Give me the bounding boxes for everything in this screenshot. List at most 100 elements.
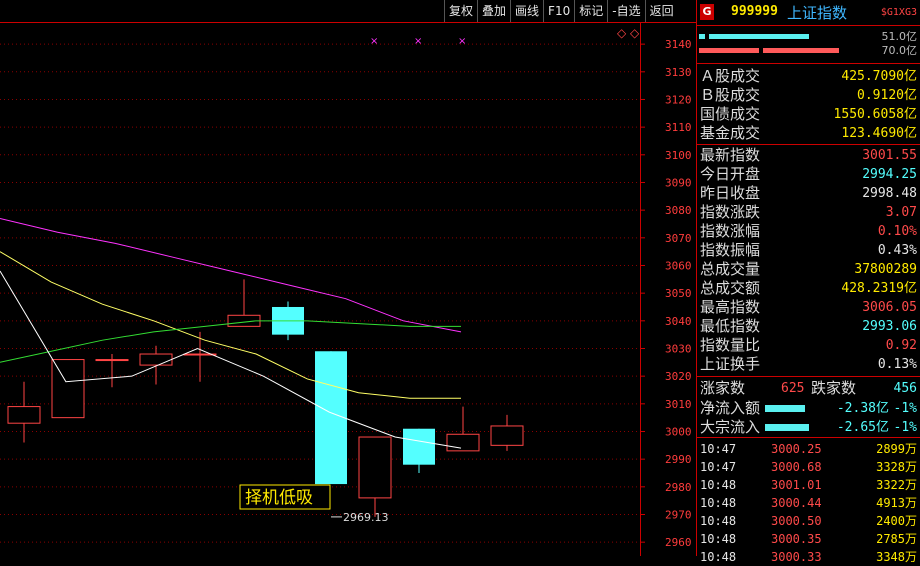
tick-time: 10:48 [700, 550, 737, 564]
stat-label: 指数涨跌 [700, 203, 761, 221]
stat-value: 1550.6058亿 [833, 107, 917, 122]
tick-time: 10:48 [700, 496, 737, 510]
up-count-label: 涨家数 [700, 379, 746, 397]
stat-label: 国债成交 [700, 105, 761, 123]
stat-label: Ａ股成交 [700, 67, 761, 85]
toolbar-button-5[interactable]: -自选 [607, 0, 644, 22]
y-tick-label: 3080 [665, 204, 692, 217]
y-tick-label: 3060 [665, 259, 692, 272]
stat-value: 123.4690亿 [841, 126, 917, 141]
stat-label: 上证换手 [700, 355, 761, 373]
signal-marker-icon: × [458, 36, 466, 47]
stat-value: 3001.55 [862, 148, 917, 163]
tick-price: 3000.33 [771, 550, 822, 564]
chevron-icon: ◇ [630, 26, 640, 40]
toolbar-button-0[interactable]: 复权 [444, 0, 477, 22]
stat-label: 指数振幅 [700, 241, 761, 259]
toolbar-button-6[interactable]: 返回 [644, 0, 678, 22]
toolbar-button-2[interactable]: 画线 [510, 0, 543, 22]
index-stat-row: 指数涨跌 3.07 [697, 203, 920, 222]
stat-value: 0.13% [877, 357, 917, 372]
stat-value: 425.7090亿 [841, 69, 917, 84]
diamond-icon[interactable]: ◇ [617, 26, 627, 40]
y-tick-label: 2990 [665, 453, 692, 466]
index-stat-row: 最低指数 2993.06 [697, 317, 920, 336]
flow-label: 大宗流入 [700, 418, 761, 436]
stat-value: 0.92 [885, 338, 917, 353]
divider [697, 376, 920, 377]
stat-value: 3006.05 [862, 300, 917, 315]
toolbar-button-3[interactable]: F10 [543, 0, 574, 22]
turnover-row: 基金成交 123.4690亿 [697, 124, 920, 143]
stat-label: 基金成交 [700, 124, 761, 142]
y-tick-label: 3040 [665, 315, 692, 328]
flow-row: 大宗流入 -2.65亿 -1% [697, 418, 920, 437]
tick-row: 10:48 3001.01 3322万 [697, 476, 920, 494]
volume-bar-0-0 [699, 34, 705, 39]
turnover-row: Ａ股成交 425.7090亿 [697, 67, 920, 86]
signal-text: 择机低吸 [245, 488, 313, 508]
stat-value: 2994.25 [862, 167, 917, 182]
index-stat-row: 总成交额 428.2319亿 [697, 279, 920, 298]
toolbar-button-4[interactable]: 标记 [574, 0, 607, 22]
stat-value: 2993.06 [862, 319, 917, 334]
y-tick-label: 2970 [665, 508, 692, 521]
toolbar-button-1[interactable]: 叠加 [477, 0, 510, 22]
stat-label: 昨日收盘 [700, 184, 761, 202]
y-tick-label: 3130 [665, 66, 692, 79]
index-name[interactable]: 上证指数 [787, 2, 847, 23]
tick-time: 10:48 [700, 532, 737, 546]
index-stat-row: 指数量比 0.92 [697, 336, 920, 355]
stat-value: 3.07 [885, 205, 917, 220]
tick-price: 3000.50 [771, 514, 822, 528]
tick-volume: 3322万 [876, 478, 917, 492]
tick-time: 10:47 [700, 442, 737, 456]
tick-row: 10:47 3000.25 2899万 [697, 440, 920, 458]
flow-pct: -1% [893, 420, 917, 435]
index-stat-row: 指数振幅 0.43% [697, 241, 920, 260]
y-tick-label: 3120 [665, 93, 692, 106]
tick-row: 10:47 3000.68 3328万 [697, 458, 920, 476]
stat-label: 最低指数 [700, 317, 761, 335]
y-tick-label: 3050 [665, 287, 692, 300]
stat-label: Ｂ股成交 [700, 86, 761, 104]
tick-price: 3000.44 [771, 496, 822, 510]
down-count: 456 [893, 381, 917, 396]
y-tick-label: 3100 [665, 149, 692, 162]
flow-value: -2.65亿 [836, 420, 889, 435]
quote-header: G 999999 上证指数 $G1XG3 [697, 0, 920, 26]
index-stat-row: 指数涨幅 0.10% [697, 222, 920, 241]
header-flags: $G1XG3 [880, 7, 917, 18]
y-tick-label: 3110 [665, 121, 692, 134]
tick-row: 10:48 3000.33 3348万 [697, 548, 920, 566]
tick-time: 10:48 [700, 514, 737, 528]
y-tick-label: 3140 [665, 38, 692, 51]
tick-time: 10:47 [700, 460, 737, 474]
stat-value: 2998.48 [862, 186, 917, 201]
g-badge-icon: G [700, 4, 714, 20]
y-tick-label: 3070 [665, 232, 692, 245]
stat-label: 最高指数 [700, 298, 761, 316]
tick-volume: 4913万 [876, 496, 917, 510]
flow-value: -2.38亿 [836, 401, 889, 416]
tick-row: 10:48 3000.50 2400万 [697, 512, 920, 530]
kline-chart[interactable]: 3140 3130 3120 3110 3100 3090 3080 3070 3060 3050… [0, 0, 696, 556]
turnover-row: 国债成交 1550.6058亿 [697, 105, 920, 124]
stat-label: 指数涨幅 [700, 222, 761, 240]
tick-volume: 3348万 [876, 550, 917, 564]
tick-price: 3000.35 [771, 532, 822, 546]
tick-price: 3000.68 [771, 460, 822, 474]
candle-body [446, 433, 480, 452]
stat-value: 0.43% [877, 243, 917, 258]
tick-volume: 3328万 [876, 460, 917, 474]
volume-bar-0-1 [709, 34, 809, 39]
down-count-label: 跌家数 [811, 379, 857, 397]
breadth-row: 涨家数 625 跌家数 456 [697, 379, 920, 398]
toolbar: 复权 叠加 画线 F10 标记 -自选 返回 [444, 0, 694, 22]
volume-bars: 51.0亿 70.0亿 [697, 26, 920, 64]
stat-value: 0.10% [877, 224, 917, 239]
divider [697, 144, 920, 145]
index-stat-row: 今日开盘 2994.25 [697, 165, 920, 184]
flow-bar [765, 405, 805, 412]
flow-row: 净流入额 -2.38亿 -1% [697, 399, 920, 418]
